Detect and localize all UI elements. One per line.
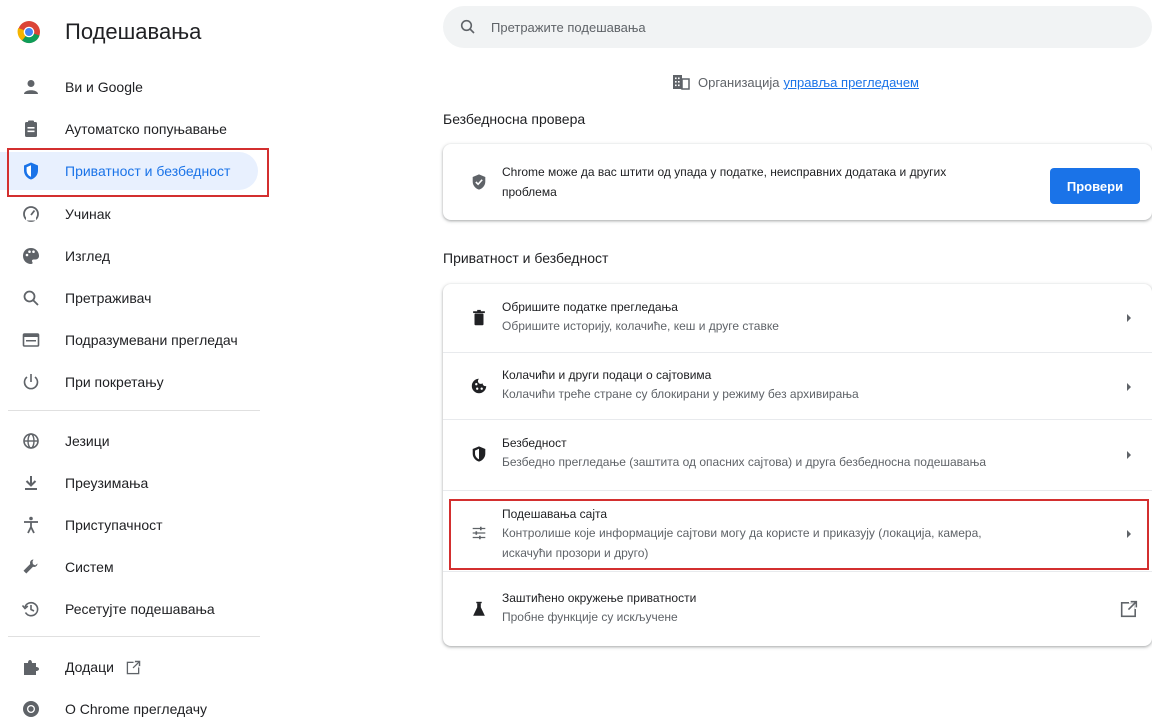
globe-icon [20,430,42,452]
flask-icon [469,599,489,619]
cookies-row[interactable]: Колачићи и други подаци о сајтовима Кола… [443,353,1152,419]
safety-check-heading: Безбедносна провера [443,111,586,127]
row-title: Безбедност [502,436,567,450]
sidebar-item-extensions[interactable]: Додаци [0,648,262,686]
row-description: искачући прозори и друго) [502,546,649,560]
shield-icon [20,160,42,182]
managed-by-organization: Организација управља прегледачем [672,74,919,90]
puzzle-icon [20,656,42,678]
sidebar-item-search-engine[interactable]: Претраживач [0,279,262,317]
person-icon [20,76,42,98]
search-bar [443,6,1152,48]
row-description: Пробне функције су искључене [502,610,678,624]
sidebar-item-languages[interactable]: Језици [0,422,262,460]
safety-check-card: Chrome може да вас штити од упада у пода… [443,144,1152,220]
sidebar-divider [8,410,260,411]
sidebar-item-label: Језици [65,433,110,449]
sidebar-item-downloads[interactable]: Преузимања [0,464,262,502]
search-icon [460,19,475,34]
speedometer-icon [20,203,42,225]
sidebar-item-about-chrome[interactable]: О Chrome прегледачу [0,690,262,720]
clipboard-icon [20,118,42,140]
accessibility-icon [20,514,42,536]
page-title: Подешавања [65,19,202,44]
trash-icon [469,308,489,328]
open-in-new-icon [1120,600,1138,618]
safety-check-text: Chrome може да вас штити од упада у пода… [502,165,947,199]
row-title: Подешавања сајта [502,507,608,521]
shield-icon [469,444,489,464]
search-icon [20,287,42,309]
sidebar-item-on-startup[interactable]: При покретању [0,363,262,401]
row-description: Безбедно прегледање (заштита од опасних … [502,455,987,469]
sidebar-divider [8,636,260,637]
chrome-icon [20,698,42,720]
palette-icon [20,245,42,267]
row-title: Заштићено окружење приватности [502,591,697,605]
safety-check-row: Chrome може да вас штити од упада у пода… [443,144,1152,220]
sidebar-item-label: Подразумевани прегледач [65,332,238,348]
building-icon [673,75,690,90]
browser-icon [20,329,42,351]
chevron-right-icon [1127,383,1131,391]
shield-check-icon [469,172,489,192]
sidebar-item-label: Изглед [65,248,111,264]
chevron-right-icon [1127,451,1131,459]
row-title: Колачићи и други подаци о сајтовима [502,368,712,382]
power-icon [20,371,42,393]
sidebar-item-label: При покретању [65,374,164,390]
sidebar-item-privacy-security[interactable]: Приватност и безбедност [0,152,258,190]
sidebar-item-reset-settings[interactable]: Ресетујте подешавања [0,590,262,628]
search-input[interactable] [491,6,1131,48]
managed-text: Организација [698,74,780,90]
clear-browsing-data-row[interactable]: Обришите податке прегледања Обришите ист… [443,284,1152,352]
privacy-card: Обришите податке прегледања Обришите ист… [443,284,1152,646]
sidebar-item-label: Преузимања [65,475,149,491]
sidebar-item-label: Претраживач [65,290,152,306]
check-now-button[interactable]: Провери [1050,168,1140,204]
row-description: Контролише које информације сајтови могу… [502,526,982,540]
sliders-icon [469,523,489,543]
row-title: Обришите податке прегледања [502,300,678,314]
privacy-sandbox-row[interactable]: Заштићено окружење приватности Пробне фу… [443,572,1152,646]
sidebar-item-label: Аутоматско попуњавање [65,121,227,137]
sidebar-item-system[interactable]: Систем [0,548,262,586]
row-description: Обришите историју, колачиће, кеш и друге… [502,319,779,333]
sidebar-item-label: Систем [65,559,114,575]
sidebar-item-appearance[interactable]: Изглед [0,237,262,275]
sidebar-item-performance[interactable]: Учинак [0,195,262,233]
managed-link[interactable]: управља прегледачем [784,75,919,90]
chevron-right-icon [1127,314,1131,322]
sidebar-item-accessibility[interactable]: Приступачност [0,506,262,544]
security-row[interactable]: Безбедност Безбедно прегледање (заштита … [443,420,1152,490]
sidebar-item-default-browser[interactable]: Подразумевани прегледач [0,321,262,359]
sidebar-item-label: Приступачност [65,517,163,533]
privacy-section-heading: Приватност и безбедност [443,250,609,266]
sidebar-item-label: Учинак [65,206,111,222]
row-description: Колачићи треће стране су блокирани у реж… [502,387,859,401]
sidebar-item-autofill[interactable]: Аутоматско попуњавање [0,110,262,148]
chevron-right-icon [1127,530,1131,538]
sidebar-item-label: Ресетујте подешавања [65,601,215,617]
chrome-logo-icon [17,21,40,44]
site-settings-row[interactable]: Подешавања сајта Контролише које информа… [443,491,1152,571]
restore-icon [20,598,42,620]
sidebar-item-label: Приватност и безбедност [65,163,231,179]
wrench-icon [20,556,42,578]
sidebar-item-label: Ви и Google [65,79,143,95]
download-icon [20,472,42,494]
open-in-new-icon [126,660,141,675]
cookie-icon [469,376,489,396]
sidebar-item-you-and-google[interactable]: Ви и Google [0,68,262,106]
sidebar-item-label: Додаци [65,659,141,676]
sidebar-item-label: О Chrome прегледачу [65,701,208,717]
